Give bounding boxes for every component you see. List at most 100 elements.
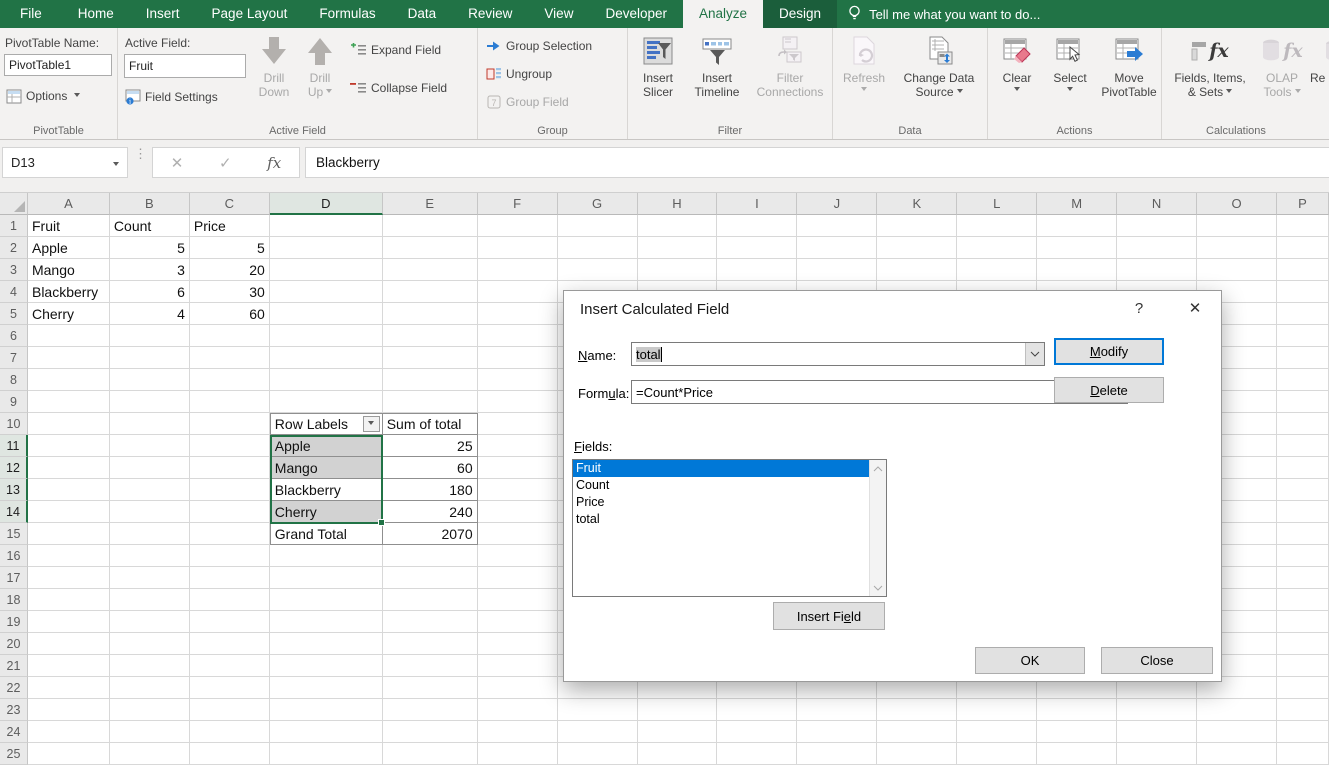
cell-P19[interactable] xyxy=(1277,611,1329,633)
cell-E21[interactable] xyxy=(383,655,478,677)
name-dropdown-button[interactable] xyxy=(1025,343,1044,365)
row-header-17[interactable]: 17 xyxy=(0,567,28,589)
cell-B13[interactable] xyxy=(110,479,190,501)
cell-H1[interactable] xyxy=(638,215,718,237)
col-header-J[interactable]: J xyxy=(797,193,877,215)
cell-A25[interactable] xyxy=(28,743,110,765)
cell-P7[interactable] xyxy=(1277,347,1329,369)
cell-F17[interactable] xyxy=(478,567,558,589)
cell-D25[interactable] xyxy=(270,743,383,765)
cell-D21[interactable] xyxy=(270,655,383,677)
row-header-12[interactable]: 12 xyxy=(0,457,28,479)
cell-C5[interactable]: 60 xyxy=(190,303,270,325)
cell-A18[interactable] xyxy=(28,589,110,611)
col-header-A[interactable]: A xyxy=(28,193,110,215)
cell-H23[interactable] xyxy=(638,699,718,721)
row-header-11[interactable]: 11 xyxy=(0,435,28,457)
row-header-20[interactable]: 20 xyxy=(0,633,28,655)
cell-P16[interactable] xyxy=(1277,545,1329,567)
cell-D15[interactable]: Grand Total xyxy=(270,523,383,545)
cell-B21[interactable] xyxy=(110,655,190,677)
row-header-19[interactable]: 19 xyxy=(0,611,28,633)
cell-B20[interactable] xyxy=(110,633,190,655)
col-header-B[interactable]: B xyxy=(110,193,190,215)
cell-D17[interactable] xyxy=(270,567,383,589)
cell-D24[interactable] xyxy=(270,721,383,743)
cell-N24[interactable] xyxy=(1117,721,1197,743)
cell-A22[interactable] xyxy=(28,677,110,699)
cell-C23[interactable] xyxy=(190,699,270,721)
help-icon[interactable]: ? xyxy=(1129,300,1149,317)
insert-timeline-button[interactable]: InsertTimeline xyxy=(686,32,748,99)
cell-P2[interactable] xyxy=(1277,237,1329,259)
tab-formulas[interactable]: Formulas xyxy=(303,0,391,28)
row-header-7[interactable]: 7 xyxy=(0,347,28,369)
close-icon[interactable]: ✕ xyxy=(1184,299,1206,317)
cell-F24[interactable] xyxy=(478,721,558,743)
cell-D23[interactable] xyxy=(270,699,383,721)
cell-F23[interactable] xyxy=(478,699,558,721)
cell-E23[interactable] xyxy=(383,699,478,721)
row-header-4[interactable]: 4 xyxy=(0,281,28,303)
cell-O23[interactable] xyxy=(1197,699,1277,721)
cell-F1[interactable] xyxy=(478,215,558,237)
cell-C10[interactable] xyxy=(190,413,270,435)
cell-E18[interactable] xyxy=(383,589,478,611)
cell-O3[interactable] xyxy=(1197,259,1277,281)
cell-P6[interactable] xyxy=(1277,325,1329,347)
cell-C14[interactable] xyxy=(190,501,270,523)
cell-A2[interactable]: Apple xyxy=(28,237,110,259)
cell-F7[interactable] xyxy=(478,347,558,369)
cell-I24[interactable] xyxy=(717,721,797,743)
cell-A8[interactable] xyxy=(28,369,110,391)
cell-D20[interactable] xyxy=(270,633,383,655)
cell-F3[interactable] xyxy=(478,259,558,281)
cell-F8[interactable] xyxy=(478,369,558,391)
cell-J24[interactable] xyxy=(797,721,877,743)
cell-A11[interactable] xyxy=(28,435,110,457)
cell-C15[interactable] xyxy=(190,523,270,545)
cell-A23[interactable] xyxy=(28,699,110,721)
close-button[interactable]: Close xyxy=(1101,647,1213,674)
col-header-F[interactable]: F xyxy=(478,193,558,215)
col-header-L[interactable]: L xyxy=(957,193,1037,215)
cell-B17[interactable] xyxy=(110,567,190,589)
cell-E10[interactable]: Sum of total xyxy=(383,413,478,435)
cell-C8[interactable] xyxy=(190,369,270,391)
cell-D19[interactable] xyxy=(270,611,383,633)
col-header-C[interactable]: C xyxy=(190,193,270,215)
scroll-up-icon[interactable] xyxy=(870,460,886,477)
cell-L23[interactable] xyxy=(957,699,1037,721)
field-item-price[interactable]: Price xyxy=(573,494,869,511)
cell-D12[interactable]: Mango xyxy=(270,457,383,479)
scroll-down-icon[interactable] xyxy=(870,579,886,596)
cell-F14[interactable] xyxy=(478,501,558,523)
field-item-total[interactable]: total xyxy=(573,511,869,528)
col-header-I[interactable]: I xyxy=(717,193,797,215)
tell-me[interactable]: Tell me what you want to do... xyxy=(847,0,1040,28)
cell-F15[interactable] xyxy=(478,523,558,545)
cell-G3[interactable] xyxy=(558,259,638,281)
cell-O1[interactable] xyxy=(1197,215,1277,237)
cell-P8[interactable] xyxy=(1277,369,1329,391)
row-header-15[interactable]: 15 xyxy=(0,523,28,545)
cell-I1[interactable] xyxy=(717,215,797,237)
relationships-button[interactable]: Re xyxy=(1310,32,1329,85)
cell-F16[interactable] xyxy=(478,545,558,567)
change-data-source-button[interactable]: Change DataSource xyxy=(893,32,985,99)
cell-G24[interactable] xyxy=(558,721,638,743)
cell-E17[interactable] xyxy=(383,567,478,589)
cell-E5[interactable] xyxy=(383,303,478,325)
cell-E4[interactable] xyxy=(383,281,478,303)
row-header-5[interactable]: 5 xyxy=(0,303,28,325)
cell-N3[interactable] xyxy=(1117,259,1197,281)
cell-I3[interactable] xyxy=(717,259,797,281)
cell-G1[interactable] xyxy=(558,215,638,237)
cell-P1[interactable] xyxy=(1277,215,1329,237)
cell-A24[interactable] xyxy=(28,721,110,743)
cell-D9[interactable] xyxy=(270,391,383,413)
cell-N2[interactable] xyxy=(1117,237,1197,259)
expand-field-button[interactable]: Expand Field xyxy=(350,42,441,58)
cell-F12[interactable] xyxy=(478,457,558,479)
col-header-D[interactable]: D xyxy=(270,193,383,215)
